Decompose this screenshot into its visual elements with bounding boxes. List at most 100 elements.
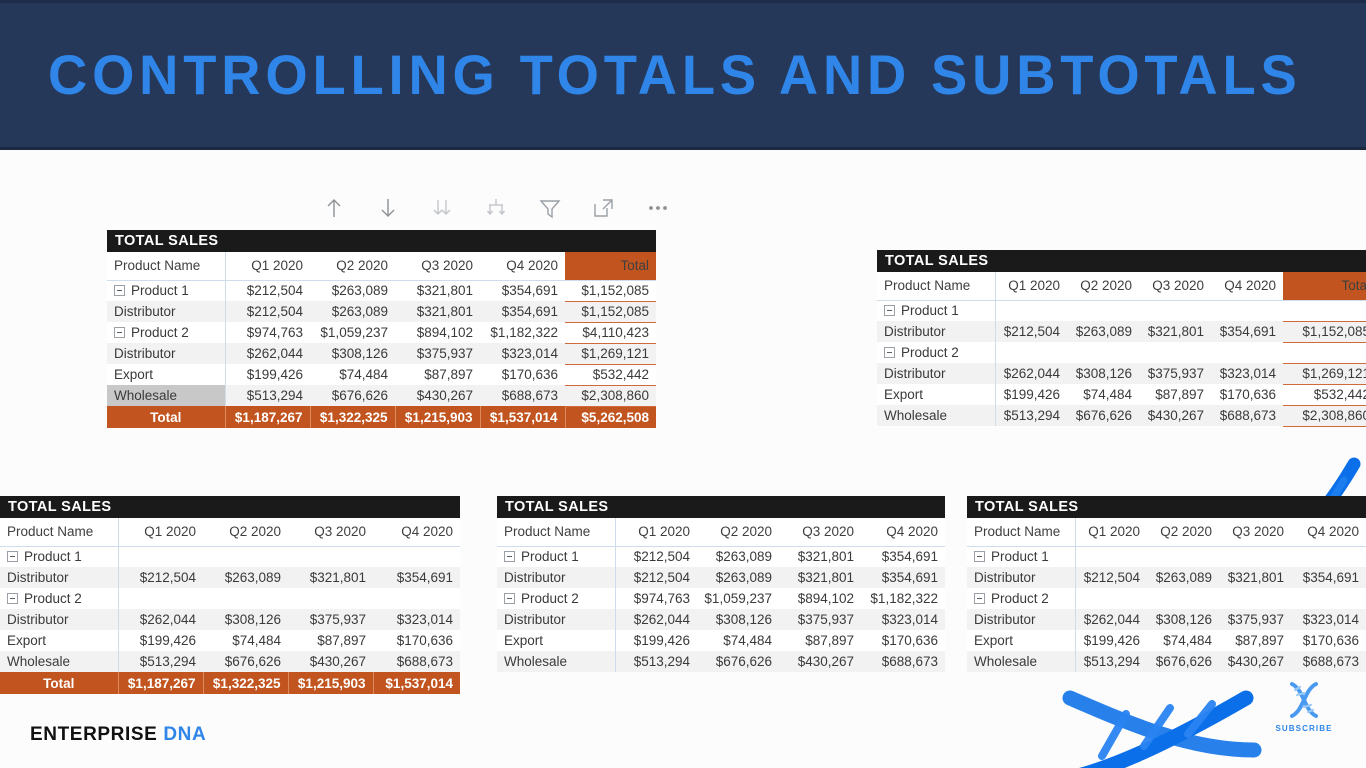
row-label-child[interactable]: Distributor xyxy=(877,363,995,384)
table-row[interactable]: Wholesale $513,294 $676,626 $430,267 $688,67… xyxy=(967,651,1366,672)
cell-q4[interactable]: $1,182,322 xyxy=(480,322,565,343)
cell-q2[interactable]: $74,484 xyxy=(1067,384,1139,405)
collapse-icon[interactable] xyxy=(884,305,895,317)
cell-q1[interactable] xyxy=(117,588,203,609)
cell-q1[interactable]: $199,426 xyxy=(224,364,310,385)
col-header-q4[interactable]: Q4 2020 xyxy=(480,252,565,281)
cell-q1[interactable]: $212,504 xyxy=(224,280,310,301)
cell-q1[interactable] xyxy=(1074,546,1147,567)
table-row[interactable]: Product 2 xyxy=(967,588,1366,609)
collapse-icon[interactable] xyxy=(114,326,125,338)
visual-toolbar[interactable] xyxy=(318,192,674,224)
col-header-total[interactable]: Total xyxy=(565,252,656,281)
cell-q1[interactable]: $974,763 xyxy=(614,588,697,609)
cell-q3[interactable]: $321,801 xyxy=(1139,321,1211,342)
cell-q3[interactable] xyxy=(1139,342,1211,363)
cell-q2[interactable] xyxy=(1067,300,1139,321)
collapse-icon[interactable] xyxy=(7,551,18,563)
cell-q4[interactable]: $688,673 xyxy=(861,651,945,672)
cell-q2[interactable]: $74,484 xyxy=(203,630,288,651)
row-label-child[interactable]: Wholesale xyxy=(107,385,225,406)
cell-q3[interactable]: $430,267 xyxy=(1219,651,1291,672)
cell-q2[interactable]: $308,126 xyxy=(203,609,288,630)
cell-q1[interactable] xyxy=(994,342,1067,363)
row-label-parent[interactable]: Product 2 xyxy=(877,342,995,363)
cell-q3[interactable]: $87,897 xyxy=(395,364,480,385)
table-row[interactable]: Distributor $262,044 $308,126 $375,937 $323,… xyxy=(967,609,1366,630)
table-row[interactable]: Distributor $262,044 $308,126 $375,937 $323,… xyxy=(107,343,656,365)
cell-q1[interactable]: $212,504 xyxy=(614,546,697,567)
sort-descending-icon[interactable] xyxy=(372,192,404,224)
cell-q3[interactable] xyxy=(288,546,373,567)
cell-q1[interactable]: $262,044 xyxy=(994,363,1067,384)
row-label-child[interactable]: Wholesale xyxy=(497,651,615,672)
filter-icon[interactable] xyxy=(534,192,566,224)
sort-ascending-icon[interactable] xyxy=(318,192,350,224)
table-row[interactable]: Distributor $262,044 $308,126 $375,937 $323,… xyxy=(497,609,945,630)
row-label-child[interactable]: Wholesale xyxy=(877,405,995,426)
col-header-product[interactable]: Product Name xyxy=(967,518,1075,547)
cell-total[interactable]: $1,152,085 xyxy=(1283,321,1366,343)
cell-q2[interactable]: $676,626 xyxy=(1147,651,1219,672)
cell-q4[interactable] xyxy=(1291,588,1366,609)
cell-q1[interactable]: $513,294 xyxy=(994,405,1067,426)
cell-q1[interactable]: $212,504 xyxy=(224,301,310,322)
cell-q1[interactable]: $199,426 xyxy=(614,630,697,651)
col-header-q1[interactable]: Q1 2020 xyxy=(994,272,1067,301)
table-row[interactable]: Wholesale $513,294 $676,626 $430,267 $688,67… xyxy=(877,405,1366,427)
cell-q1[interactable] xyxy=(994,300,1067,321)
table-row[interactable]: Distributor $212,504 $263,089 $321,801 $354,… xyxy=(0,567,460,588)
cell-q2[interactable]: $676,626 xyxy=(697,651,779,672)
cell-q4[interactable]: $170,636 xyxy=(1291,630,1366,651)
cell-q1[interactable]: $199,426 xyxy=(117,630,203,651)
table-row[interactable]: Distributor $262,044 $308,126 $375,937 $323,… xyxy=(877,363,1366,385)
cell-q4[interactable]: $1,182,322 xyxy=(861,588,945,609)
cell-q3[interactable]: $321,801 xyxy=(395,301,480,322)
cell-q3[interactable]: $375,937 xyxy=(1219,609,1291,630)
drill-down-icon[interactable] xyxy=(480,192,512,224)
cell-q2[interactable]: $676,626 xyxy=(203,651,288,672)
table-row[interactable]: Distributor $212,504 $263,089 $321,801 $354,… xyxy=(497,567,945,588)
cell-q3[interactable]: $894,102 xyxy=(779,588,861,609)
table-row[interactable]: Product 2 $974,763 $1,059,237 $894,102 $1,18… xyxy=(107,322,656,344)
col-header-product[interactable]: Product Name xyxy=(0,518,118,547)
cell-q2[interactable]: $308,126 xyxy=(310,343,395,364)
cell-q1[interactable] xyxy=(117,546,203,567)
cell-q2[interactable]: $263,089 xyxy=(310,280,395,301)
cell-q2[interactable]: $676,626 xyxy=(310,385,395,406)
row-label-parent[interactable]: Product 2 xyxy=(107,322,225,343)
cell-q4[interactable] xyxy=(1211,342,1283,363)
cell-q2[interactable] xyxy=(203,588,288,609)
cell-q2[interactable]: $676,626 xyxy=(1067,405,1139,426)
col-header-q1[interactable]: Q1 2020 xyxy=(1074,518,1147,547)
cell-q4[interactable]: $170,636 xyxy=(373,630,460,651)
cell-q1[interactable]: $212,504 xyxy=(994,321,1067,342)
grand-total-row[interactable]: Total $1,187,267 $1,322,325 $1,215,903 $1,53… xyxy=(107,406,656,428)
table-row[interactable]: Product 2 $974,763 $1,059,237 $894,102 $1,18… xyxy=(497,588,945,609)
cell-q1[interactable]: $513,294 xyxy=(1074,651,1147,672)
collapse-icon[interactable] xyxy=(7,592,18,604)
row-label-child[interactable]: Wholesale xyxy=(0,651,118,672)
cell-q1[interactable]: $262,044 xyxy=(224,343,310,364)
cell-total[interactable] xyxy=(1283,300,1366,322)
cell-q1[interactable]: $262,044 xyxy=(117,609,203,630)
table-row[interactable]: Product 2 xyxy=(877,342,1366,364)
cell-q4[interactable]: $354,691 xyxy=(480,301,565,322)
cell-q2[interactable]: $74,484 xyxy=(310,364,395,385)
row-label-parent[interactable]: Product 1 xyxy=(107,280,225,301)
table-row[interactable]: Product 1 xyxy=(0,546,460,567)
row-label-parent[interactable]: Product 2 xyxy=(967,588,1075,609)
col-header-q3[interactable]: Q3 2020 xyxy=(395,252,480,281)
cell-q4[interactable]: $688,673 xyxy=(373,651,460,672)
cell-q3[interactable]: $375,937 xyxy=(288,609,373,630)
cell-q2[interactable]: $74,484 xyxy=(1147,630,1219,651)
cell-q1[interactable]: $262,044 xyxy=(614,609,697,630)
col-header-q4[interactable]: Q4 2020 xyxy=(1291,518,1366,547)
col-header-q4[interactable]: Q4 2020 xyxy=(861,518,945,547)
row-label-child[interactable]: Export xyxy=(497,630,615,651)
cell-q4[interactable] xyxy=(373,588,460,609)
cell-total[interactable] xyxy=(1283,342,1366,364)
collapse-icon[interactable] xyxy=(504,592,515,604)
row-label-child[interactable]: Wholesale xyxy=(967,651,1075,672)
table-row[interactable]: Wholesale $513,294 $676,626 $430,267 $688,67… xyxy=(497,651,945,672)
